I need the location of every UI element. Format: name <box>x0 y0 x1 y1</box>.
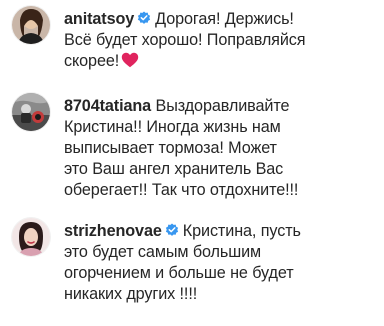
comments-list: anitatsoy Дорогая! Держись! Всё будет хор… <box>0 0 384 326</box>
avatar-image <box>12 93 50 131</box>
comment-line: никаких других !!!! <box>64 285 198 303</box>
comment-line: Всё будет хорошо! Поправляйся <box>64 31 306 49</box>
verified-badge-icon <box>165 223 179 237</box>
red-heart-icon <box>121 52 139 68</box>
comment-line: оберегает!! Так что отдохните!!! <box>64 181 299 199</box>
avatar[interactable] <box>12 93 50 131</box>
comment-line: Выздоравливайте <box>155 97 290 115</box>
avatar-image <box>12 6 50 44</box>
comment-username[interactable]: strizhenovae <box>64 222 162 240</box>
comment-text: 8704tatiana Выздоравливайте Кристина!! И… <box>64 96 376 201</box>
avatar[interactable] <box>12 6 50 44</box>
comment-line: Кристина, пусть <box>182 222 301 240</box>
comment-line: Кристина!! Иногда жизнь нам <box>64 118 281 136</box>
comment-username[interactable]: 8704tatiana <box>64 97 151 115</box>
comment-line: скорее! <box>64 52 120 70</box>
avatar[interactable] <box>12 218 50 256</box>
comment-line: выписывает тормоза! Может <box>64 139 277 157</box>
verified-badge-icon <box>137 11 151 25</box>
comment-text: strizhenovae Кристина, пусть это будет са… <box>64 221 376 305</box>
comment-text: anitatsoy Дорогая! Держись! Всё будет хор… <box>64 9 376 72</box>
avatar-image <box>12 218 50 256</box>
comment-line: это будет самым большим <box>64 243 262 261</box>
comment-line: Дорогая! Держись! <box>155 10 294 28</box>
comment-username[interactable]: anitatsoy <box>64 10 134 28</box>
comment-line: огорчением и больше не будет <box>64 264 294 282</box>
comment-line: это Ваш ангел хранитель Вас <box>64 160 284 178</box>
